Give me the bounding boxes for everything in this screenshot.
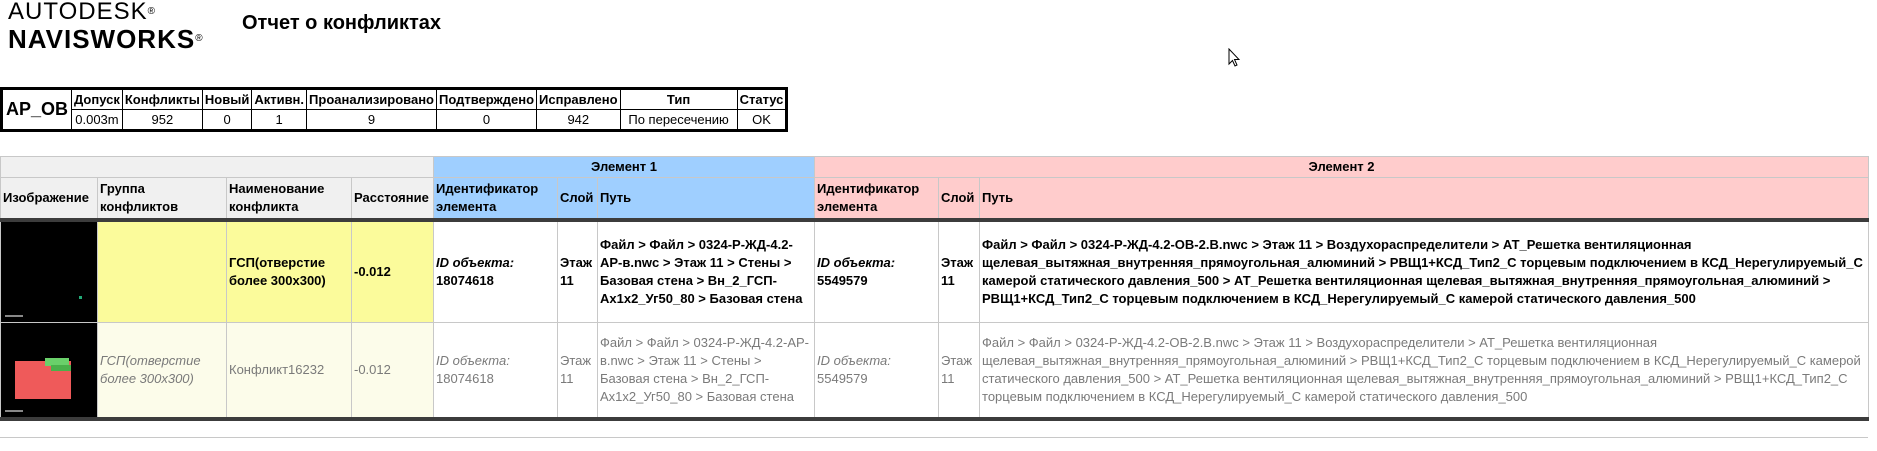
autodesk-navisworks-logo: AUTODESK® NAVISWORKS® <box>8 0 204 54</box>
clash-thumbnail-image <box>0 322 98 421</box>
logo-product: NAVISWORKS® <box>8 24 204 54</box>
summary-header-tolerance: Допуск <box>71 88 123 110</box>
summary-header-active: Активн. <box>251 88 308 110</box>
summary-header-reviewed: Проанализировано <box>306 88 437 110</box>
summary-header-resolved: Исправлено <box>536 88 621 110</box>
e2-id-value: 5549579 <box>817 273 868 288</box>
summary-header-status: Статус <box>736 88 788 110</box>
summary-resolved: 942 <box>536 109 621 131</box>
clash-results-table: Элемент 1 Элемент 2 Изображение Группа к… <box>0 156 1870 421</box>
summary-header-approved: Подтверждено <box>435 88 538 110</box>
cell-e2-path: Файл > Файл > 0324-Р-ЖД-4.2-ОВ-2.В.nwc >… <box>979 322 1870 421</box>
cell-e1-path: Файл > Файл > 0324-Р-ЖД-4.2-АР-в.nwc > Э… <box>596 322 816 421</box>
col-header-distance: Расстояние <box>351 177 434 221</box>
cell-e2-id: ID объекта: 5549579 <box>814 218 940 323</box>
summary-approved: 0 <box>435 109 538 131</box>
summary-status: OK <box>736 109 788 131</box>
summary-reviewed: 9 <box>306 109 437 131</box>
cell-group <box>97 218 227 323</box>
col-header-name: Наименование конфликта <box>226 177 352 221</box>
summary-tolerance: 0.003m <box>71 109 123 131</box>
col-header-e2-path: Путь <box>979 177 1870 221</box>
table-row: ГСП(отверстие более 300х300) Конфликт162… <box>0 322 1870 421</box>
cell-group: ГСП(отверстие более 300х300) <box>97 322 227 421</box>
col-header-e1-path: Путь <box>596 177 816 221</box>
summary-new: 0 <box>201 109 253 131</box>
cell-e1-layer: Этаж 11 <box>557 218 598 323</box>
e2-id-value: 5549579 <box>817 371 868 386</box>
summary-header-clashes: Конфликты <box>121 88 203 110</box>
page-title: Отчет о конфликтах <box>242 12 442 34</box>
logo-brand: AUTODESK® <box>8 0 156 25</box>
clash-thumbnail-image <box>0 218 98 323</box>
summary-header-type: Тип <box>619 88 738 110</box>
cell-e2-path: Файл > Файл > 0324-Р-ЖД-4.2-ОВ-2.В.nwc >… <box>979 218 1870 323</box>
cell-name: ГСП(отверстие более 300х300) <box>226 218 352 323</box>
cell-e1-path: Файл > Файл > 0324-Р-ЖД-4.2-АР-в.nwc > Э… <box>596 218 816 323</box>
summary-clashes: 952 <box>121 109 203 131</box>
cell-e1-id: ID объекта: 18074618 <box>433 322 558 421</box>
group-header-element1: Элемент 1 <box>432 156 816 178</box>
e2-id-label: ID объекта <box>817 353 888 368</box>
e1-id-value: 18074618 <box>436 371 494 386</box>
e2-id-label: ID объекта <box>817 255 891 270</box>
cell-e1-id: ID объекта: 18074618 <box>433 218 558 323</box>
summary-active: 1 <box>251 109 308 131</box>
cell-e2-id: ID объекта: 5549579 <box>814 322 940 421</box>
summary-type: По пересечению <box>619 109 738 131</box>
summary-header-new: Новый <box>201 88 253 110</box>
cell-name: Конфликт16232 <box>226 322 352 421</box>
col-header-group: Группа конфликтов <box>97 177 227 221</box>
col-header-e2-id: Идентификатор элемента <box>814 177 940 221</box>
cell-e2-layer: Этаж 11 <box>938 218 981 323</box>
e1-id-label: ID объекта <box>436 255 510 270</box>
clash-test-summary-table: AP_OB Допуск Конфликты Новый Активн. Про… <box>0 87 789 132</box>
col-header-image: Изображение <box>0 177 98 221</box>
mouse-cursor-icon <box>1228 48 1240 67</box>
divider <box>0 437 1868 438</box>
cell-e1-layer: Этаж 11 <box>557 322 598 421</box>
cell-distance: -0.012 <box>351 218 434 323</box>
col-header-e1-layer: Слой <box>557 177 598 221</box>
col-header-e1-id: Идентификатор элемента <box>433 177 558 221</box>
cell-e2-layer: Этаж 11 <box>938 322 981 421</box>
group-header-element2: Элемент 2 <box>814 156 1870 178</box>
col-header-e2-layer: Слой <box>938 177 981 221</box>
group-header-blank <box>0 156 434 178</box>
cell-distance: -0.012 <box>351 322 434 421</box>
e1-id-value: 18074618 <box>436 273 494 288</box>
e1-id-label: ID объекта <box>436 353 507 368</box>
table-row: ГСП(отверстие более 300х300) -0.012 ID о… <box>0 218 1870 323</box>
clash-test-name: AP_OB <box>0 88 73 131</box>
